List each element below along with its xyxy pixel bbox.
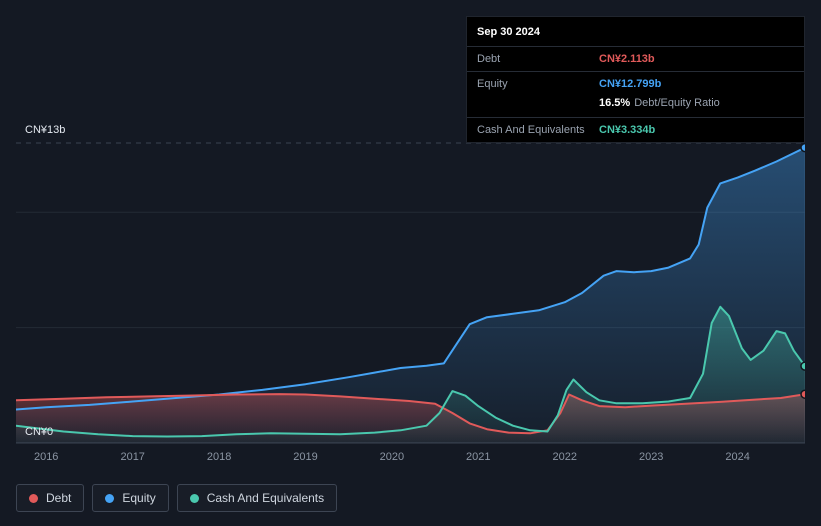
svg-text:2021: 2021 <box>466 451 490 463</box>
svg-text:CN¥0: CN¥0 <box>25 426 53 438</box>
legend-cash-label: Cash And Equivalents <box>206 491 325 505</box>
legend-item-equity[interactable]: Equity <box>92 484 169 512</box>
cash-dot-icon <box>189 493 199 503</box>
tooltip-row-ratio: 16.5% Debt/Equity Ratio <box>467 96 804 117</box>
svg-text:2024: 2024 <box>725 451 749 463</box>
tooltip-ratio-label: Debt/Equity Ratio <box>634 97 720 109</box>
svg-text:2022: 2022 <box>553 451 577 463</box>
tooltip-cash-value: CN¥3.334b <box>599 124 656 136</box>
tooltip-debt-label: Debt <box>477 53 501 65</box>
chart-area: 2016 2017 2018 2019 2020 2021 2022 2023 2024 CN¥1… <box>15 120 810 468</box>
svg-text:2017: 2017 <box>120 451 144 463</box>
legend-item-debt[interactable]: Debt <box>16 484 85 512</box>
svg-text:2018: 2018 <box>207 451 231 463</box>
svg-text:2019: 2019 <box>293 451 317 463</box>
tooltip-equity-label: Equity <box>477 78 508 90</box>
chart-legend: Debt Equity Cash And Equivalents <box>16 484 338 512</box>
tooltip-date: Sep 30 2024 <box>467 17 804 47</box>
chart-plot[interactable]: 2016 2017 2018 2019 2020 2021 2022 2023 2024 CN¥1… <box>15 120 810 468</box>
tooltip-row-cash: Cash And Equivalents CN¥3.334b <box>467 117 804 142</box>
chart-tooltip: Sep 30 2024 Debt CN¥2.113b Equity CN¥12.… <box>466 16 805 143</box>
chart-page: { "colors": { "background": "#141923", "… <box>0 0 821 526</box>
tooltip-equity-value: CN¥12.799b <box>599 78 662 90</box>
debt-dot-icon <box>29 493 38 503</box>
tooltip-cash-label: Cash And Equivalents <box>477 124 585 136</box>
svg-text:2016: 2016 <box>34 451 58 463</box>
legend-item-cash[interactable]: Cash And Equivalents <box>176 484 338 512</box>
tooltip-row-equity: Equity CN¥12.799b <box>467 72 804 96</box>
svg-text:2020: 2020 <box>380 451 404 463</box>
tooltip-row-debt: Debt CN¥2.113b <box>467 47 804 72</box>
tooltip-ratio-value: 16.5% Debt/Equity Ratio <box>599 97 720 109</box>
svg-text:CN¥13b: CN¥13b <box>25 124 65 136</box>
tooltip-debt-value: CN¥2.113b <box>599 53 655 65</box>
equity-dot-icon <box>105 493 115 503</box>
legend-debt-label: Debt <box>46 491 72 505</box>
legend-equity-label: Equity <box>122 491 156 505</box>
svg-text:2023: 2023 <box>639 451 663 463</box>
